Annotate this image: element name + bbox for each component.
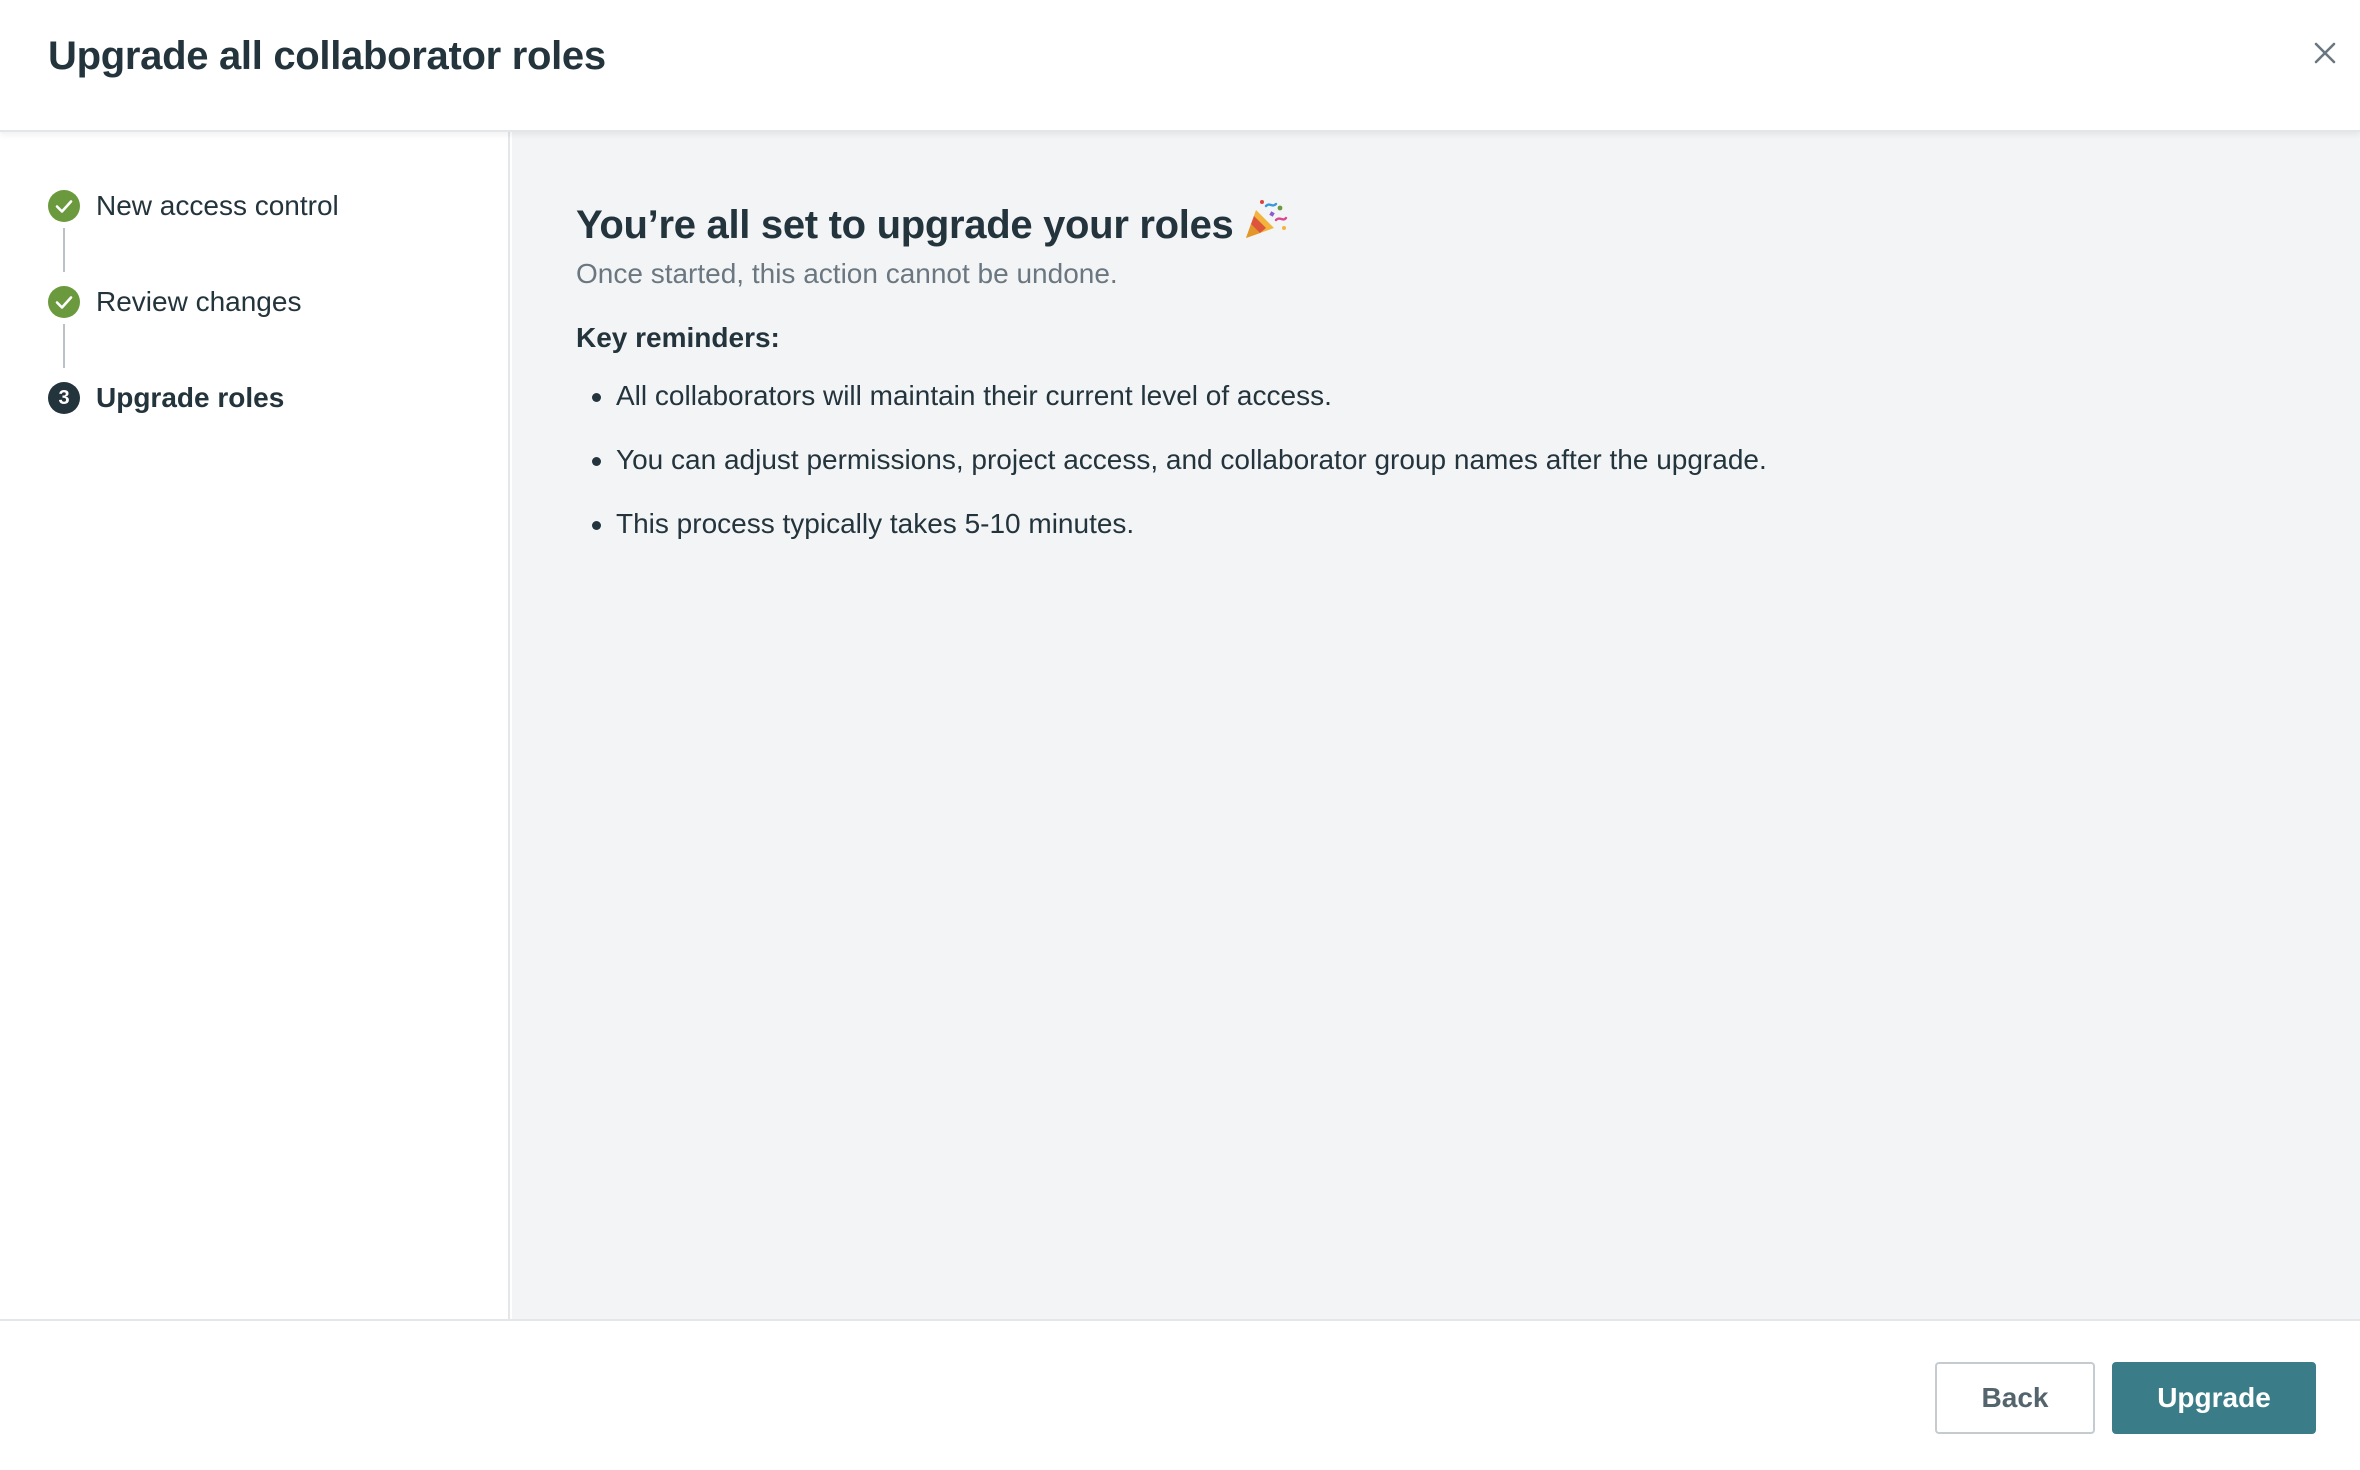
list-item: This process typically takes 5-10 minute… xyxy=(576,506,1767,570)
reminders-heading: Key reminders: xyxy=(576,322,780,353)
step-connector xyxy=(63,228,65,272)
step-new-access-control[interactable]: New access control xyxy=(48,188,339,224)
page-subtitle: Once started, this action cannot be undo… xyxy=(576,258,1118,289)
page-title-text: You’re all set to upgrade your roles xyxy=(576,202,1234,247)
upgrade-button[interactable]: Upgrade xyxy=(2112,1362,2316,1434)
reminder-text: This process typically takes 5-10 minute… xyxy=(616,508,1135,539)
check-icon xyxy=(48,190,80,222)
stepper-sidebar: New access control Review changes 3 Upgr… xyxy=(0,132,510,1319)
list-item: You can adjust permissions, project acce… xyxy=(576,442,1767,506)
main-content: You’re all set to upgrade your roles Onc… xyxy=(512,132,2360,1319)
back-button[interactable]: Back xyxy=(1935,1362,2095,1434)
party-popper-icon xyxy=(1242,198,1288,252)
dialog-header: Upgrade all collaborator roles xyxy=(0,0,2360,132)
check-icon xyxy=(48,286,80,318)
step-connector xyxy=(63,324,65,368)
step-label: Upgrade roles xyxy=(96,382,285,413)
step-label: Review changes xyxy=(96,286,302,317)
reminder-text: All collaborators will maintain their cu… xyxy=(616,380,1332,411)
dialog-title: Upgrade all collaborator roles xyxy=(48,34,606,78)
dialog-footer: Back Upgrade xyxy=(0,1319,2360,1470)
step-upgrade-roles[interactable]: 3 Upgrade roles xyxy=(48,380,284,416)
step-label: New access control xyxy=(96,190,339,221)
step-review-changes[interactable]: Review changes xyxy=(48,284,301,320)
close-button[interactable] xyxy=(2304,34,2344,74)
list-item: All collaborators will maintain their cu… xyxy=(576,378,1767,442)
reminders-list: All collaborators will maintain their cu… xyxy=(576,378,1767,570)
bullet-icon xyxy=(592,393,601,402)
reminder-text: You can adjust permissions, project acce… xyxy=(616,444,1767,475)
page-title: You’re all set to upgrade your roles xyxy=(576,198,1288,252)
close-icon xyxy=(2314,42,2336,64)
step-number-badge: 3 xyxy=(48,382,80,414)
bullet-icon xyxy=(592,457,601,466)
bullet-icon xyxy=(592,521,601,530)
upgrade-roles-dialog: Upgrade all collaborator roles New acces… xyxy=(0,0,2360,1470)
